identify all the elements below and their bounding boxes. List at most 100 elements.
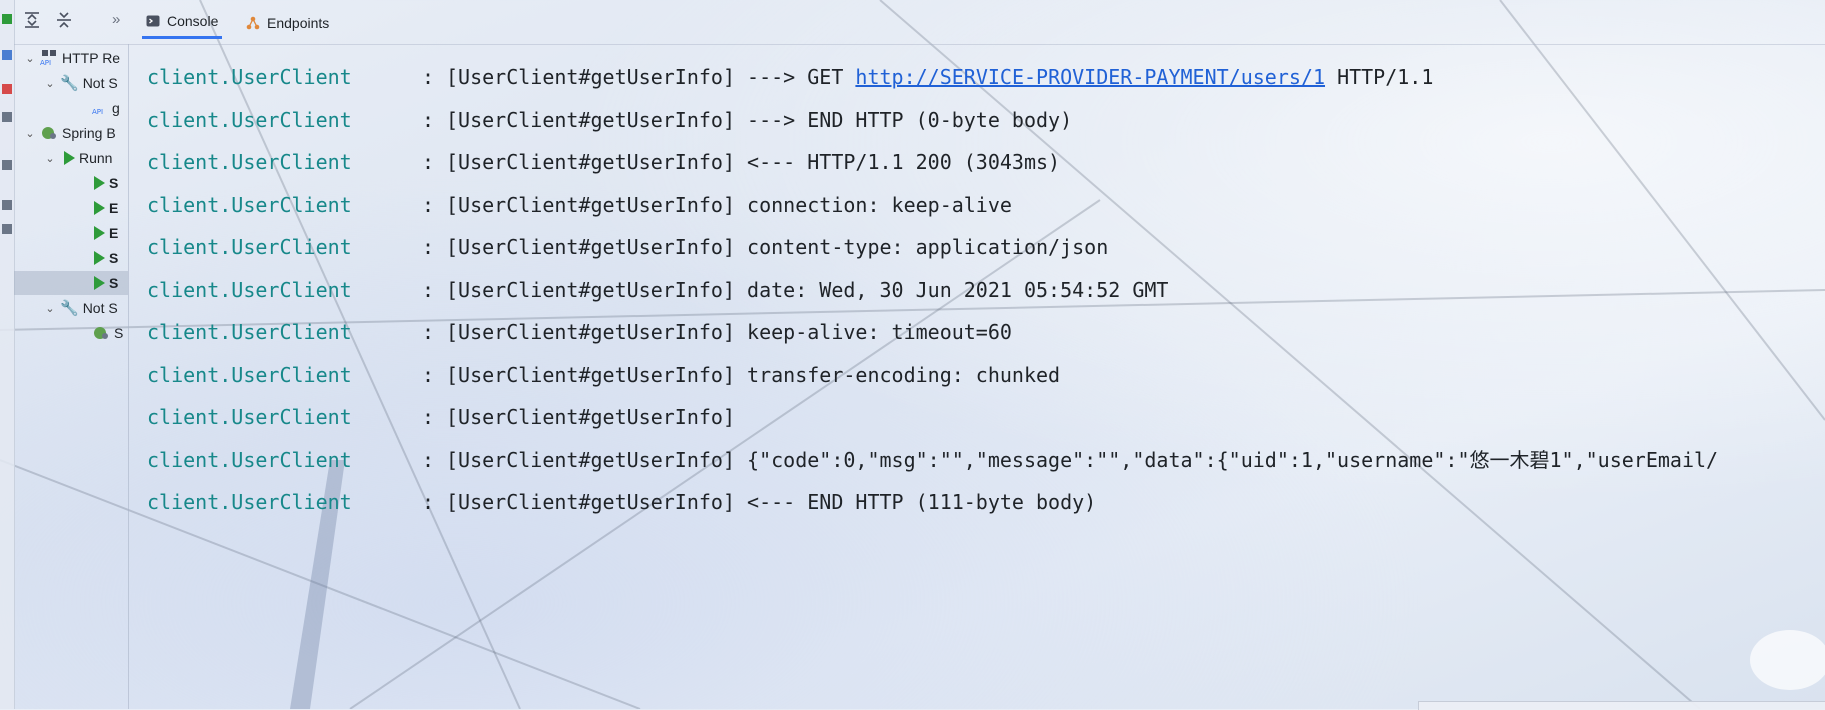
spring-boot-icon: [94, 327, 108, 339]
tree-item-label: Spring B: [62, 125, 116, 141]
log-line: client.UserClient: [UserClient#getUserInf…: [147, 360, 1060, 390]
log-message: date: Wed, 30 Jun 2021 05:54:52 GMT: [747, 277, 1169, 302]
run-icon: [94, 201, 105, 215]
tree-item-service-selected[interactable]: S: [14, 271, 128, 295]
console-icon: [146, 15, 160, 27]
logger-name: client.UserClient: [147, 235, 352, 259]
tree-item-label: E: [109, 225, 119, 241]
log-separator: :: [422, 192, 435, 217]
left-tool-strip: [0, 0, 15, 709]
log-separator: :: [422, 277, 435, 302]
log-tag: [UserClient#getUserInfo]: [446, 405, 735, 429]
tree-item-endpoint[interactable]: API g: [92, 96, 128, 120]
log-separator: :: [422, 320, 435, 344]
tree-item-service[interactable]: S: [94, 171, 128, 195]
wrench-icon: 🔧: [60, 300, 79, 317]
logger-name: client.UserClient: [147, 192, 352, 217]
chevron-down-icon[interactable]: ⌄: [24, 127, 36, 140]
tree-item-spring-boot[interactable]: ⌄ Spring B: [24, 121, 128, 145]
settings-icon[interactable]: [2, 224, 12, 234]
api-icon: API: [40, 50, 56, 66]
tree-item-not-started[interactable]: ⌄ 🔧 Not S: [44, 71, 128, 95]
log-tag: [UserClient#getUserInfo]: [446, 362, 735, 387]
log-line: client.UserClient: [UserClient#getUserInf…: [147, 232, 1108, 262]
log-message: <--- HTTP/1.1 200 (3043ms): [747, 150, 1061, 174]
tree-item-label: Not S: [82, 75, 118, 91]
collapse-all-icon[interactable]: [54, 10, 74, 30]
log-line: client.UserClient: [UserClient#getUserInf…: [147, 317, 1012, 347]
logger-name: client.UserClient: [147, 362, 352, 387]
run-icon: [94, 226, 105, 240]
console-output[interactable]: client.UserClient: [UserClient#getUserInf…: [147, 44, 1825, 709]
log-tag: [UserClient#getUserInfo]: [446, 107, 735, 132]
tree-item-running[interactable]: ⌄ Runn: [44, 146, 128, 170]
chevron-down-icon[interactable]: ⌄: [24, 52, 36, 65]
log-separator: :: [422, 235, 435, 259]
stop-icon[interactable]: [2, 84, 12, 94]
tab-endpoints-label: Endpoints: [267, 14, 330, 31]
tree-item-label: Not S: [82, 300, 118, 316]
log-tag: [UserClient#getUserInfo]: [446, 490, 735, 514]
log-tag: [UserClient#getUserInfo]: [446, 150, 735, 174]
tree-item-service[interactable]: S: [92, 321, 128, 345]
log-message: ---> END HTTP (0-byte body): [747, 107, 1073, 132]
logger-name: client.UserClient: [147, 320, 352, 344]
log-message: ---> GET: [747, 65, 844, 89]
log-message: keep-alive: timeout=60: [747, 320, 1012, 344]
expand-all-icon[interactable]: [22, 10, 42, 30]
log-message: <--- END HTTP (111-byte body): [747, 490, 1097, 514]
tree-item-http-requests[interactable]: ⌄ API HTTP Re: [24, 46, 128, 70]
tab-console-label: Console: [167, 13, 219, 29]
log-url-link[interactable]: http://SERVICE-PROVIDER-PAYMENT/users/1: [855, 65, 1325, 89]
log-message: transfer-encoding: chunked: [747, 362, 1061, 387]
log-line: client.UserClient: [UserClient#getUserInf…: [147, 62, 1433, 92]
log-line: client.UserClient: [UserClient#getUserInf…: [147, 402, 735, 432]
log-tag: [UserClient#getUserInfo]: [446, 277, 735, 302]
svg-text:API: API: [92, 108, 103, 116]
rerun-icon[interactable]: [2, 50, 12, 60]
log-message-tail: HTTP/1.1: [1337, 65, 1434, 89]
run-icon: [64, 151, 75, 165]
tree-item-label: HTTP Re: [62, 50, 121, 66]
tree-item-label: S: [109, 275, 119, 291]
chevron-down-icon[interactable]: ⌄: [44, 302, 56, 315]
run-icon: [94, 276, 105, 290]
log-separator: :: [422, 490, 435, 514]
tree-item-label: g: [112, 100, 120, 116]
svg-text:API: API: [40, 59, 51, 66]
chevron-down-icon[interactable]: ⌄: [44, 77, 56, 90]
run-icon: [94, 251, 105, 265]
tree-item-service[interactable]: S: [94, 246, 128, 270]
refresh-icon[interactable]: [2, 112, 12, 122]
logger-name: client.UserClient: [147, 447, 352, 472]
log-separator: :: [422, 65, 435, 89]
log-line: client.UserClient: [UserClient#getUserInf…: [147, 105, 1072, 135]
logger-name: client.UserClient: [147, 405, 352, 429]
tab-console[interactable]: Console: [142, 6, 223, 39]
tree-item-service[interactable]: E: [94, 196, 128, 220]
more-tabs-button[interactable]: »: [112, 11, 120, 28]
log-tag: [UserClient#getUserInfo]: [446, 235, 735, 259]
tree-item-not-started[interactable]: ⌄ 🔧 Not S: [44, 296, 128, 320]
tree-item-label: S: [114, 325, 124, 341]
tab-endpoints[interactable]: Endpoints: [242, 6, 333, 39]
filter-icon[interactable]: [2, 200, 12, 210]
chevron-down-icon[interactable]: ⌄: [44, 152, 56, 165]
log-line: client.UserClient: [UserClient#getUserInf…: [147, 487, 1096, 517]
run-icon[interactable]: [2, 14, 12, 24]
tree-item-label: Runn: [79, 150, 113, 166]
right-tool-strip: [1811, 44, 1825, 709]
layout-icon[interactable]: [2, 160, 12, 170]
run-icon: [94, 176, 105, 190]
log-message: connection: keep-alive: [747, 192, 1012, 217]
tree-item-service[interactable]: E: [94, 221, 128, 245]
log-line: client.UserClient: [UserClient#getUserInf…: [147, 190, 1012, 220]
tool-window-header: » Console Endpoints: [14, 0, 1825, 45]
log-message: {"code":0,"msg":"","message":"","data":{…: [747, 447, 1719, 472]
log-message: content-type: application/json: [747, 235, 1109, 259]
log-separator: :: [422, 405, 435, 429]
tree-item-label: S: [109, 175, 119, 191]
tree-item-label: S: [109, 250, 119, 266]
endpoints-icon: [246, 16, 260, 29]
logger-name: client.UserClient: [147, 150, 352, 174]
